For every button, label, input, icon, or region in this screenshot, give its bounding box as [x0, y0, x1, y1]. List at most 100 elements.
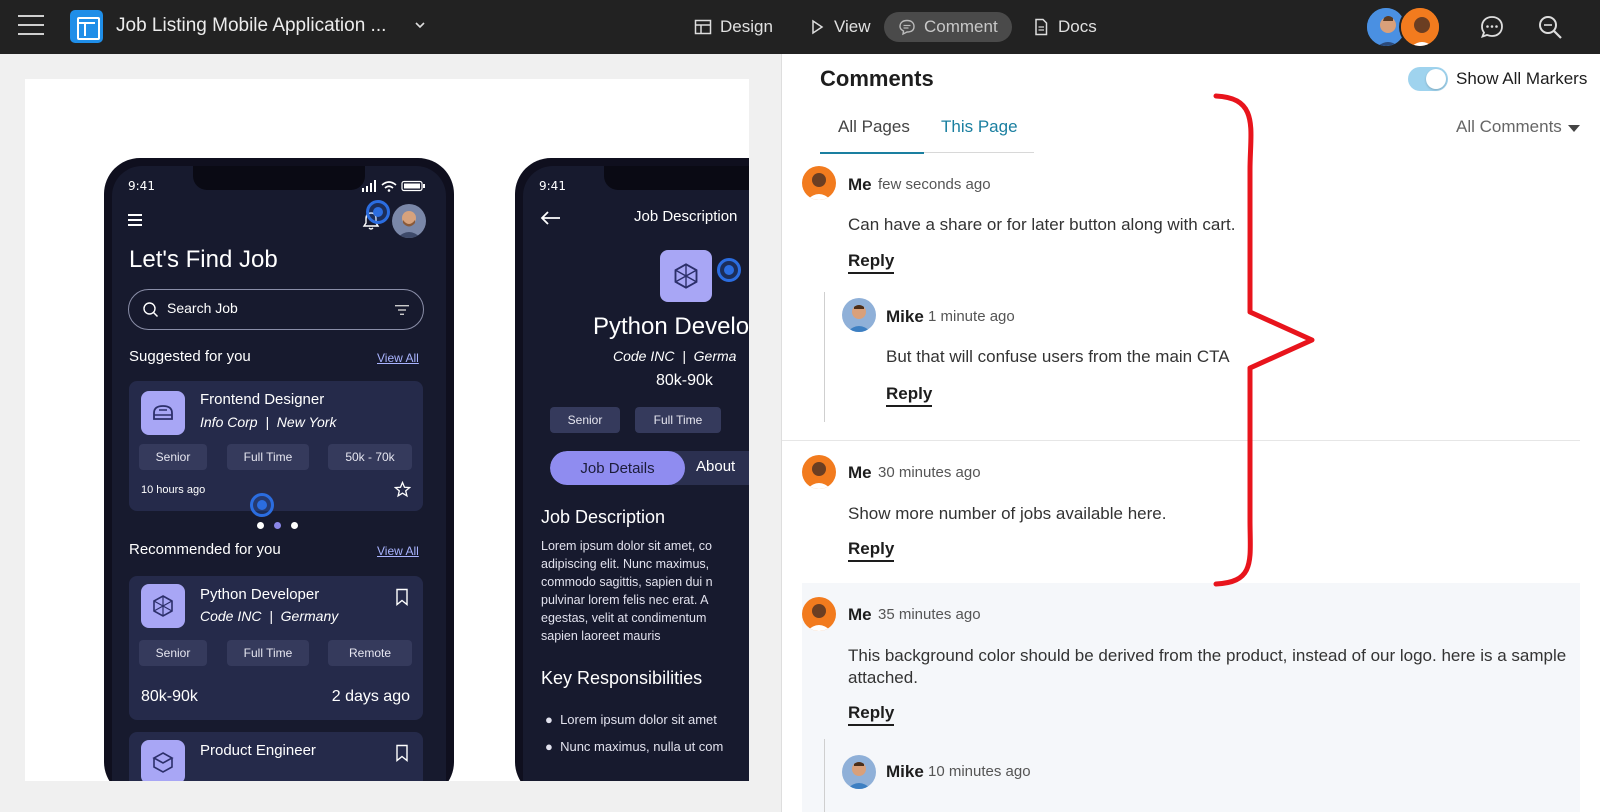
comment-time: 35 minutes ago [878, 606, 981, 623]
job-title: Product Engineer [200, 742, 316, 759]
top-bar: Job Listing Mobile Application ... Desig… [0, 0, 1600, 54]
chat-icon[interactable] [1479, 14, 1505, 40]
comment-marker[interactable] [717, 258, 741, 282]
comments-filter-select[interactable]: All Comments [1456, 117, 1562, 137]
avatar [802, 166, 836, 200]
person-icon [392, 204, 426, 238]
comment-thread-highlighted: Me 35 minutes ago This background color … [802, 583, 1580, 812]
posted-time: 2 days ago [331, 688, 410, 705]
nav-design-label: Design [720, 17, 773, 36]
back-arrow-icon[interactable] [539, 210, 561, 226]
design-canvas[interactable]: 9:41 Let's Find Job Search Job Suggested… [0, 54, 782, 812]
comment-marker[interactable] [250, 493, 274, 517]
project-title[interactable]: Job Listing Mobile Application ... [116, 15, 386, 37]
tab-about[interactable]: About [696, 458, 735, 475]
tab-all-pages[interactable]: All Pages [838, 117, 910, 137]
home-screen: 9:41 Let's Find Job Search Job Suggested… [112, 166, 446, 781]
job-card[interactable]: Product Engineer [129, 732, 423, 781]
company-name: Info Corp [200, 414, 258, 430]
comment-author: Me [848, 463, 872, 482]
search-icon[interactable] [1537, 14, 1563, 40]
search-input[interactable]: Search Job [167, 300, 238, 316]
chevron-down-icon[interactable] [414, 19, 426, 31]
location-name: Germany [280, 608, 339, 624]
description-line: egestas, velit at condimentum [541, 611, 707, 625]
detail-salary: 80k-90k [656, 372, 713, 389]
recommended-view-all-link[interactable]: View All [377, 544, 419, 558]
status-time: 9:41 [539, 179, 566, 193]
bullet-text: Lorem ipsum dolor sit amet [560, 712, 717, 727]
comment-icon [899, 19, 915, 36]
job-title: Frontend Designer [200, 391, 325, 408]
phone-job-detail-screen[interactable]: 9:41 Job Description Python Develo Code … [515, 158, 749, 781]
carousel-dot[interactable] [274, 522, 281, 529]
bullet-text: Nunc maximus, nulla ut com [560, 739, 724, 754]
bookmark-icon[interactable] [395, 744, 409, 762]
comment-text: Show more number of jobs available here. [848, 504, 1167, 523]
avatar [842, 298, 876, 332]
avatar [802, 597, 836, 631]
tab-divider [924, 152, 1034, 153]
carousel-dot[interactable] [257, 522, 264, 529]
detail-job-title: Python Develo [593, 313, 749, 340]
show-markers-toggle[interactable] [1408, 67, 1448, 91]
phone-home-screen[interactable]: 9:41 Let's Find Job Search Job Suggested… [104, 158, 454, 781]
comment-time: few seconds ago [878, 176, 991, 193]
chip-type: Full Time [227, 640, 309, 666]
suggested-label: Suggested for you [129, 348, 251, 365]
comment-text-line: This background color should be derived … [848, 646, 1567, 665]
suggested-view-all-link[interactable]: View All [377, 351, 419, 365]
star-icon[interactable] [394, 481, 411, 498]
comment-author: Mike [886, 307, 924, 326]
recommended-label: Recommended for you [129, 541, 281, 558]
carousel-dot[interactable] [291, 522, 298, 529]
comment-text: But that will confuse users from the mai… [886, 347, 1230, 366]
menu-icon[interactable] [18, 15, 44, 37]
job-description-text: Lorem ipsum dolor sit amet, co adipiscin… [541, 537, 713, 645]
key-responsibilities-heading: Key Responsibilities [541, 668, 703, 688]
comment-thread: Me 30 minutes ago Show more number of jo… [802, 441, 1580, 582]
person-icon [842, 755, 876, 789]
nav-design[interactable]: Design [680, 12, 787, 42]
reply-button[interactable]: Reply [886, 384, 933, 407]
thread-connector [824, 739, 825, 812]
detail-header: Job Description [634, 208, 738, 225]
suggested-job-card[interactable]: Frontend Designer Info Corp | New York S… [129, 381, 423, 517]
job-description-heading: Job Description [541, 507, 666, 527]
reply-button[interactable]: Reply [848, 251, 895, 274]
artboard[interactable]: 9:41 Let's Find Job Search Job Suggested… [25, 79, 749, 781]
my-avatar[interactable] [1399, 6, 1441, 48]
reply-button[interactable]: Reply [848, 539, 895, 562]
carousel-dots[interactable] [257, 522, 298, 529]
description-line: commodo sagittis, sapien dui n [541, 575, 713, 589]
chip-level: Senior [139, 640, 207, 666]
tab-this-page[interactable]: This Page [941, 117, 1018, 137]
chip-type: Full Time [227, 444, 309, 470]
comment-time: 1 minute ago [928, 308, 1015, 325]
profile-avatar[interactable] [392, 204, 426, 238]
reply-button[interactable]: Reply [848, 703, 895, 726]
filter-icon[interactable] [395, 304, 409, 316]
comment-time: 10 minutes ago [928, 763, 1031, 780]
company-name: Code INC [200, 608, 262, 624]
nav-view-label: View [834, 17, 871, 36]
description-line: sapien laoreet mauris [541, 629, 661, 643]
play-icon [812, 19, 824, 35]
nav-docs[interactable]: Docs [1018, 12, 1111, 42]
job-company-location: Code INC | Germany [200, 608, 339, 624]
phone-notch [193, 166, 365, 190]
tab-job-details[interactable]: Job Details [550, 451, 685, 485]
recommended-job-card[interactable]: Python Developer Code INC | Germany Seni… [129, 576, 423, 720]
menu-icon[interactable] [128, 213, 144, 227]
comment-marker[interactable] [366, 200, 390, 224]
comment-text: This background color should be derived … [848, 645, 1568, 689]
company-name: Code INC [613, 348, 675, 364]
caret-down-icon[interactable] [1568, 125, 1580, 132]
search-bar[interactable]: Search Job [128, 289, 424, 330]
bookmark-icon[interactable] [395, 588, 409, 606]
nav-view[interactable]: View [794, 12, 885, 42]
job-company-location: Info Corp | New York [200, 414, 337, 430]
comment-author: Me [848, 605, 872, 624]
show-markers-label: Show All Markers [1456, 69, 1588, 88]
nav-comment[interactable]: Comment [884, 12, 1012, 42]
